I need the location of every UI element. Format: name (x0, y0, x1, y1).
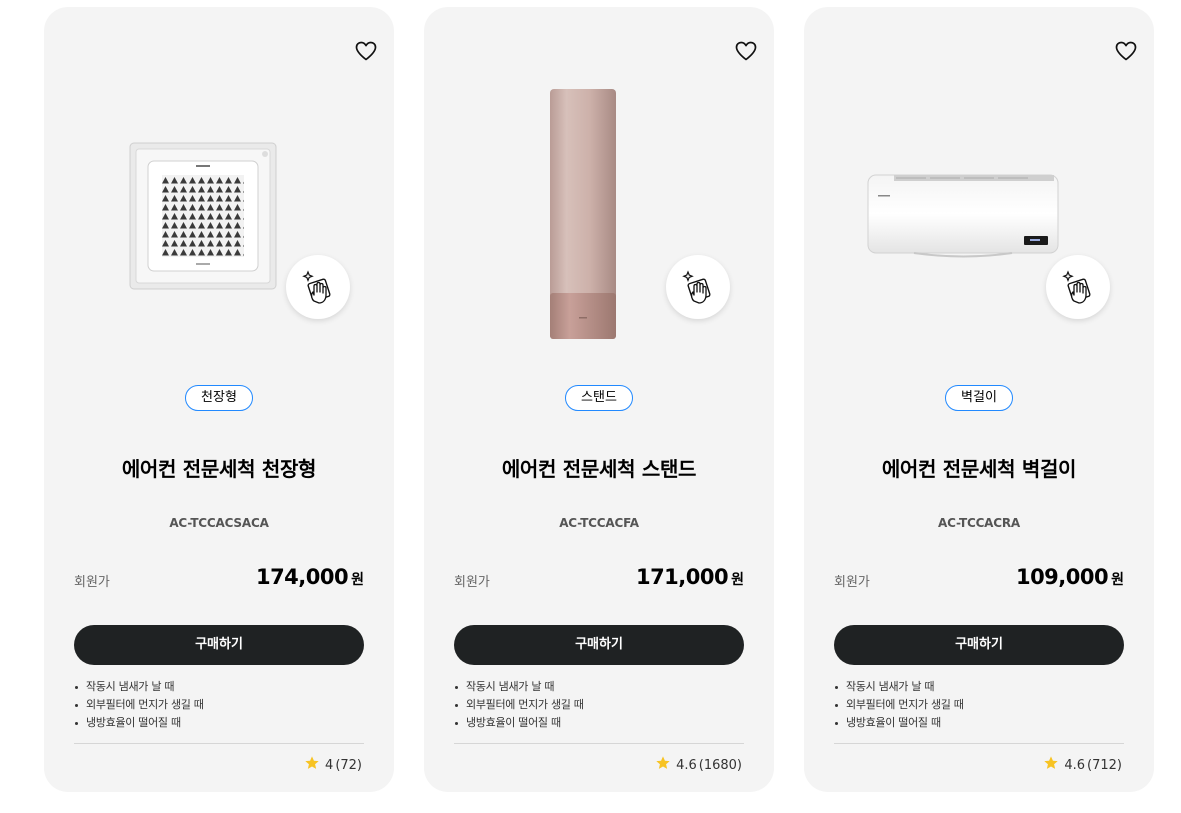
price-value: 171,000 (635, 565, 729, 589)
rating[interactable]: 4.6 (1680) (655, 755, 744, 775)
heart-icon[interactable] (1114, 39, 1138, 63)
rating[interactable]: 4 (72) (304, 755, 364, 775)
price-row: 회원가 109,000 원 (834, 565, 1124, 593)
cleaning-hand-icon (682, 270, 711, 304)
product-image[interactable] (424, 77, 774, 357)
ceiling-cassette-ac-image (129, 142, 277, 290)
currency-unit: 원 (351, 572, 364, 588)
standing-ac-image (550, 89, 616, 339)
cleaning-service-badge (1046, 255, 1110, 319)
price-value: 109,000 (1015, 565, 1109, 589)
feature-item: 외부필터에 먼지가 생길 때 (834, 696, 1124, 714)
price-value: 174,000 (255, 565, 349, 589)
product-image[interactable] (804, 77, 1154, 357)
currency-unit: 원 (1111, 572, 1124, 588)
cleaning-hand-icon (302, 270, 331, 304)
feature-item: 작동시 냄새가 날 때 (834, 678, 1124, 696)
buy-button[interactable]: 구매하기 (454, 625, 744, 665)
feature-item: 냉방효율이 떨어질 때 (834, 714, 1124, 732)
model-code: AC-TCCACSACA (169, 516, 269, 530)
rating-value: 4 (325, 758, 334, 773)
feature-item: 냉방효율이 떨어질 때 (454, 714, 744, 732)
star-icon (656, 756, 670, 769)
cleaning-hand-icon (1062, 270, 1091, 304)
product-title[interactable]: 에어컨 전문세척 벽걸이 (804, 453, 1154, 482)
feature-item: 냉방효율이 떨어질 때 (74, 714, 364, 732)
product-title[interactable]: 에어컨 전문세척 천장형 (44, 453, 394, 482)
star-icon (305, 756, 319, 769)
rating[interactable]: 4.6 (712) (1043, 755, 1124, 775)
type-tag: 천장형 (185, 385, 253, 411)
model-code: AC-TCCACRA (937, 516, 1020, 530)
rating-value: 4.6 (676, 758, 697, 773)
wall-mounted-ac-image (867, 174, 1059, 258)
feature-item: 작동시 냄새가 날 때 (74, 678, 364, 696)
feature-item: 외부필터에 먼지가 생길 때 (74, 696, 364, 714)
price-label: 회원가 (74, 575, 110, 590)
divider (74, 743, 364, 744)
cleaning-service-badge (286, 255, 350, 319)
cleaning-service-badge (666, 255, 730, 319)
product-grid: 천장형 에어컨 전문세척 천장형 AC-TCCACSACA 회원가 174,00… (0, 0, 1181, 813)
currency-unit: 원 (731, 572, 744, 588)
price-label: 회원가 (834, 575, 870, 590)
product-card[interactable]: 천장형 에어컨 전문세척 천장형 AC-TCCACSACA 회원가 174,00… (44, 7, 394, 792)
review-count: (72) (335, 758, 362, 773)
buy-button[interactable]: 구매하기 (74, 625, 364, 665)
price-row: 회원가 174,000 원 (74, 565, 364, 593)
buy-button[interactable]: 구매하기 (834, 625, 1124, 665)
feature-list: 작동시 냄새가 날 때 외부필터에 먼지가 생길 때 냉방효율이 떨어질 때 (834, 678, 1124, 732)
product-card[interactable]: 스탠드 에어컨 전문세척 스탠드 AC-TCCACFA 회원가 171,000 원… (424, 7, 774, 792)
heart-icon[interactable] (734, 39, 758, 63)
price-row: 회원가 171,000 원 (454, 565, 744, 593)
feature-list: 작동시 냄새가 날 때 외부필터에 먼지가 생길 때 냉방효율이 떨어질 때 (454, 678, 744, 732)
rating-value: 4.6 (1064, 758, 1086, 773)
feature-list: 작동시 냄새가 날 때 외부필터에 먼지가 생길 때 냉방효율이 떨어질 때 (74, 678, 364, 732)
product-card[interactable]: 벽걸이 에어컨 전문세척 벽걸이 AC-TCCACRA 회원가 109,000 원… (804, 7, 1154, 792)
type-tag: 벽걸이 (945, 385, 1013, 411)
review-count: (1680) (698, 758, 742, 773)
heart-icon[interactable] (354, 39, 378, 63)
product-title[interactable]: 에어컨 전문세척 스탠드 (424, 453, 774, 482)
review-count: (712) (1087, 758, 1122, 773)
divider (454, 743, 744, 744)
feature-item: 작동시 냄새가 날 때 (454, 678, 744, 696)
product-image[interactable] (44, 77, 394, 357)
price-label: 회원가 (454, 575, 490, 590)
star-icon (1044, 756, 1059, 769)
type-tag: 스탠드 (565, 385, 633, 411)
divider (834, 743, 1124, 744)
model-code: AC-TCCACFA (559, 516, 639, 530)
feature-item: 외부필터에 먼지가 생길 때 (454, 696, 744, 714)
